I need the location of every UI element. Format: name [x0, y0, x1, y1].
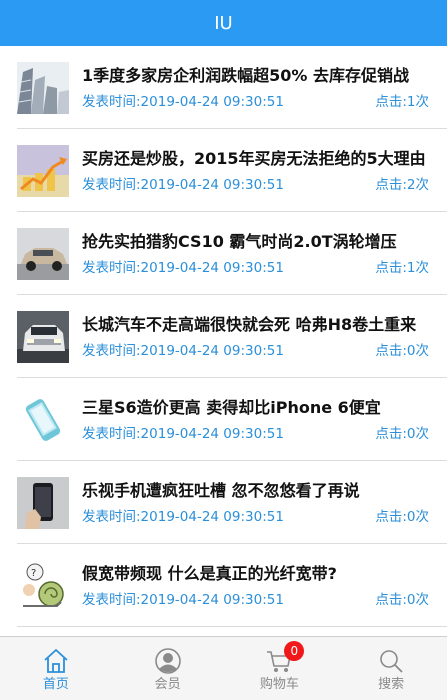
- news-meta: 发表时间:2019-04-24 09:30:51 点击:1次: [82, 92, 429, 112]
- list-item[interactable]: 乐视手机遭疯狂吐槽 忽不忽悠看了再说 发表时间:2019-04-24 09:30…: [17, 461, 447, 544]
- click-count: 点击:2次: [375, 177, 429, 193]
- phone-hand-thumbnail: [17, 477, 69, 529]
- home-icon: [44, 649, 68, 673]
- suv-car-thumbnail: [17, 228, 69, 280]
- publish-time: 发表时间:2019-04-24 09:30:51: [82, 260, 284, 276]
- suv-front-thumbnail: [17, 311, 69, 363]
- click-count: 点击:1次: [375, 94, 429, 110]
- tab-member[interactable]: 会员: [112, 637, 224, 700]
- news-title[interactable]: 乐视手机遭疯狂吐槽 忽不忽悠看了再说: [82, 479, 447, 503]
- buildings-thumbnail: [17, 62, 69, 114]
- news-list: 1季度多家房企利润跌幅超50% 去库存促销战 发表时间:2019-04-24 0…: [0, 46, 447, 636]
- click-count: 点击:0次: [375, 509, 429, 525]
- cart-count-badge: 0: [284, 641, 305, 661]
- publish-time: 发表时间:2019-04-24 09:30:51: [82, 592, 284, 608]
- click-count: 点击:0次: [375, 592, 429, 608]
- smartphone-thumbnail: [17, 394, 69, 446]
- cartoon-snail-thumbnail: ?: [17, 560, 69, 612]
- click-count: 点击:1次: [375, 260, 429, 276]
- news-title[interactable]: 假宽带频现 什么是真正的光纤宽带?: [82, 562, 447, 586]
- news-meta: 发表时间:2019-04-24 09:30:51 点击:2次: [82, 175, 429, 195]
- news-meta: 发表时间:2019-04-24 09:30:51 点击:0次: [82, 507, 429, 527]
- app-header: IU: [0, 0, 447, 46]
- publish-time: 发表时间:2019-04-24 09:30:51: [82, 177, 284, 193]
- click-count: 点击:0次: [375, 426, 429, 442]
- list-item[interactable]: 1季度多家房企利润跌幅超50% 去库存促销战 发表时间:2019-04-24 0…: [17, 46, 447, 129]
- svg-text:?: ?: [31, 568, 36, 579]
- list-item[interactable]: ? 假宽带频现 什么是真正的光纤宽带? 发表时间:2019-04-24 09:3…: [17, 544, 447, 627]
- news-title[interactable]: 三星S6造价更高 卖得却比iPhone 6便宜: [82, 396, 447, 420]
- bottom-tab-bar: 首页 会员 0 购物车 搜索: [0, 636, 447, 700]
- search-icon: [380, 650, 403, 673]
- news-meta: 发表时间:2019-04-24 09:30:51 点击:0次: [82, 341, 429, 361]
- chart-arrow-thumbnail: [17, 145, 69, 197]
- tab-search[interactable]: 搜索: [335, 637, 447, 700]
- publish-time: 发表时间:2019-04-24 09:30:51: [82, 509, 284, 525]
- news-title[interactable]: 买房还是炒股，2015年买房无法拒绝的5大理由: [82, 147, 447, 171]
- tab-cart-label: 购物车: [259, 677, 299, 692]
- publish-time: 发表时间:2019-04-24 09:30:51: [82, 94, 284, 110]
- news-title[interactable]: 长城汽车不走高端很快就会死 哈弗H8卷土重来: [82, 313, 447, 337]
- list-item[interactable]: 抢先实拍猎豹CS10 霸气时尚2.0T涡轮增压 发表时间:2019-04-24 …: [17, 212, 447, 295]
- tab-home[interactable]: 首页: [0, 637, 112, 700]
- news-meta: 发表时间:2019-04-24 09:30:51 点击:1次: [82, 258, 429, 278]
- page-title: IU: [214, 12, 233, 34]
- tab-member-label: 会员: [154, 677, 181, 692]
- click-count: 点击:0次: [375, 343, 429, 359]
- tab-home-label: 首页: [42, 677, 69, 692]
- tab-cart[interactable]: 0 购物车: [224, 637, 336, 700]
- list-item[interactable]: 买房还是炒股，2015年买房无法拒绝的5大理由 发表时间:2019-04-24 …: [17, 129, 447, 212]
- news-title[interactable]: 1季度多家房企利润跌幅超50% 去库存促销战: [82, 64, 447, 88]
- tab-search-label: 搜索: [378, 677, 405, 692]
- news-meta: 发表时间:2019-04-24 09:30:51 点击:0次: [82, 424, 429, 444]
- publish-time: 发表时间:2019-04-24 09:30:51: [82, 343, 284, 359]
- news-meta: 发表时间:2019-04-24 09:30:51 点击:0次: [82, 590, 429, 610]
- list-item[interactable]: 三星S6造价更高 卖得却比iPhone 6便宜 发表时间:2019-04-24 …: [17, 378, 447, 461]
- publish-time: 发表时间:2019-04-24 09:30:51: [82, 426, 284, 442]
- list-item[interactable]: 长城汽车不走高端很快就会死 哈弗H8卷土重来 发表时间:2019-04-24 0…: [17, 295, 447, 378]
- news-title[interactable]: 抢先实拍猎豹CS10 霸气时尚2.0T涡轮增压: [82, 230, 447, 254]
- user-icon: [154, 648, 181, 674]
